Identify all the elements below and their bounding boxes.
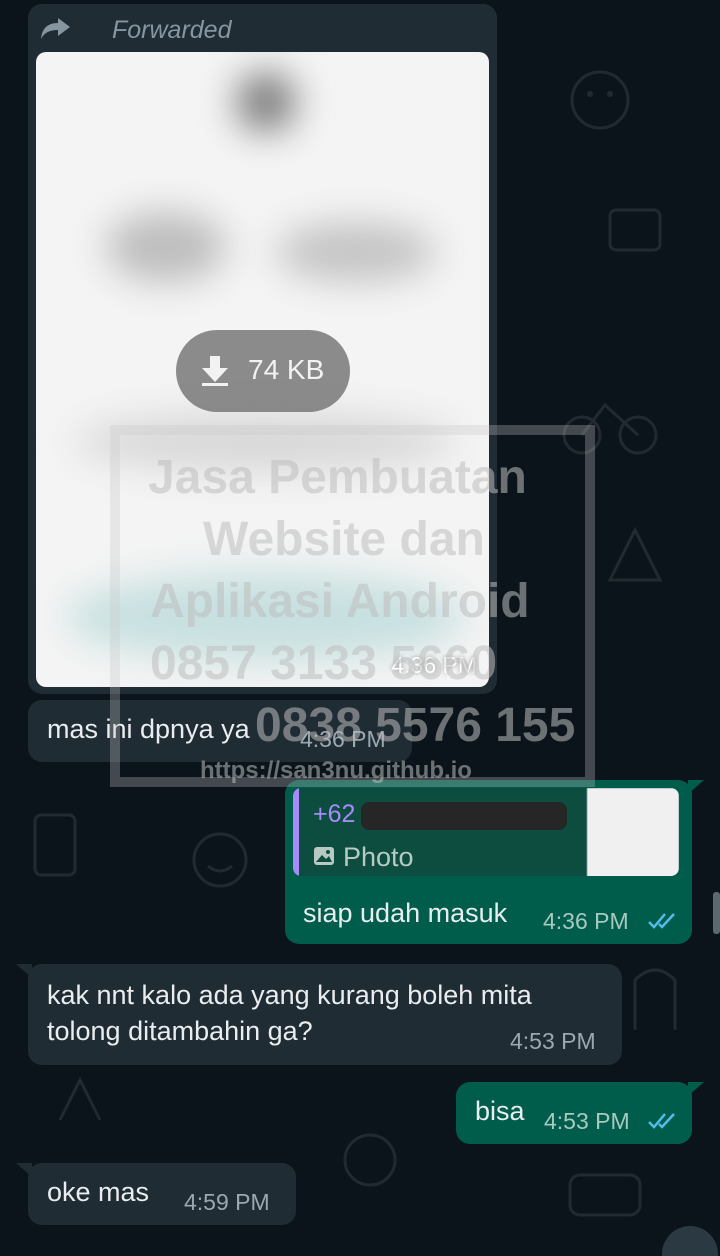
forward-icon: [40, 16, 72, 45]
download-icon: [200, 354, 230, 391]
message-text: oke mas: [47, 1177, 150, 1207]
quote-sender: +62: [313, 800, 356, 828]
download-button[interactable]: 74 KB: [176, 330, 350, 412]
watermark-line: Website dan: [203, 513, 485, 566]
message-time: 4:59 PM: [184, 1189, 270, 1215]
scrollbar-thumb[interactable]: [713, 892, 720, 934]
watermark-line: 0857 3133 5660: [150, 637, 498, 690]
bubble-tail: [688, 1082, 704, 1096]
bubble-tail: [16, 964, 32, 978]
message-time: 4:36 PM: [543, 908, 629, 934]
message-text: bisa: [475, 1096, 525, 1126]
message-time: 4:53 PM: [544, 1108, 630, 1134]
watermark-line: 0838 5576 155: [255, 699, 576, 752]
bubble-tail: [16, 1163, 32, 1177]
quote-accent-bar: [293, 788, 299, 876]
outgoing-message[interactable]: bisa 4:53 PM: [456, 1082, 704, 1144]
incoming-message[interactable]: oke mas 4:59 PM: [16, 1163, 296, 1225]
quote-thumbnail: [587, 788, 679, 876]
redacted-phone-number: [361, 802, 567, 830]
quoted-message[interactable]: +62 Photo: [293, 788, 679, 876]
message-text-line: tolong ditambahin ga?: [47, 1016, 313, 1046]
read-ticks-icon: [647, 911, 681, 931]
message-text-line: kak nnt kalo ada yang kurang boleh mita: [47, 980, 532, 1010]
download-size: 74 KB: [248, 354, 325, 385]
message-time: 4:53 PM: [510, 1028, 596, 1054]
watermark-line: Aplikasi Android: [150, 575, 530, 628]
watermark-line: Jasa Pembuatan: [148, 451, 527, 504]
quote-type: Photo: [343, 842, 414, 872]
outgoing-reply-message[interactable]: +62 Photo siap udah masuk 4:36 PM: [285, 780, 704, 944]
forwarded-label: Forwarded: [112, 16, 232, 44]
read-ticks-icon: [647, 1111, 681, 1131]
bubble-tail: [688, 780, 704, 794]
photo-icon: [313, 846, 335, 871]
message-text: siap udah masuk: [303, 898, 508, 928]
watermark-line: https://san3nu.github.io: [200, 757, 472, 784]
incoming-message[interactable]: kak nnt kalo ada yang kurang boleh mita …: [16, 964, 622, 1065]
